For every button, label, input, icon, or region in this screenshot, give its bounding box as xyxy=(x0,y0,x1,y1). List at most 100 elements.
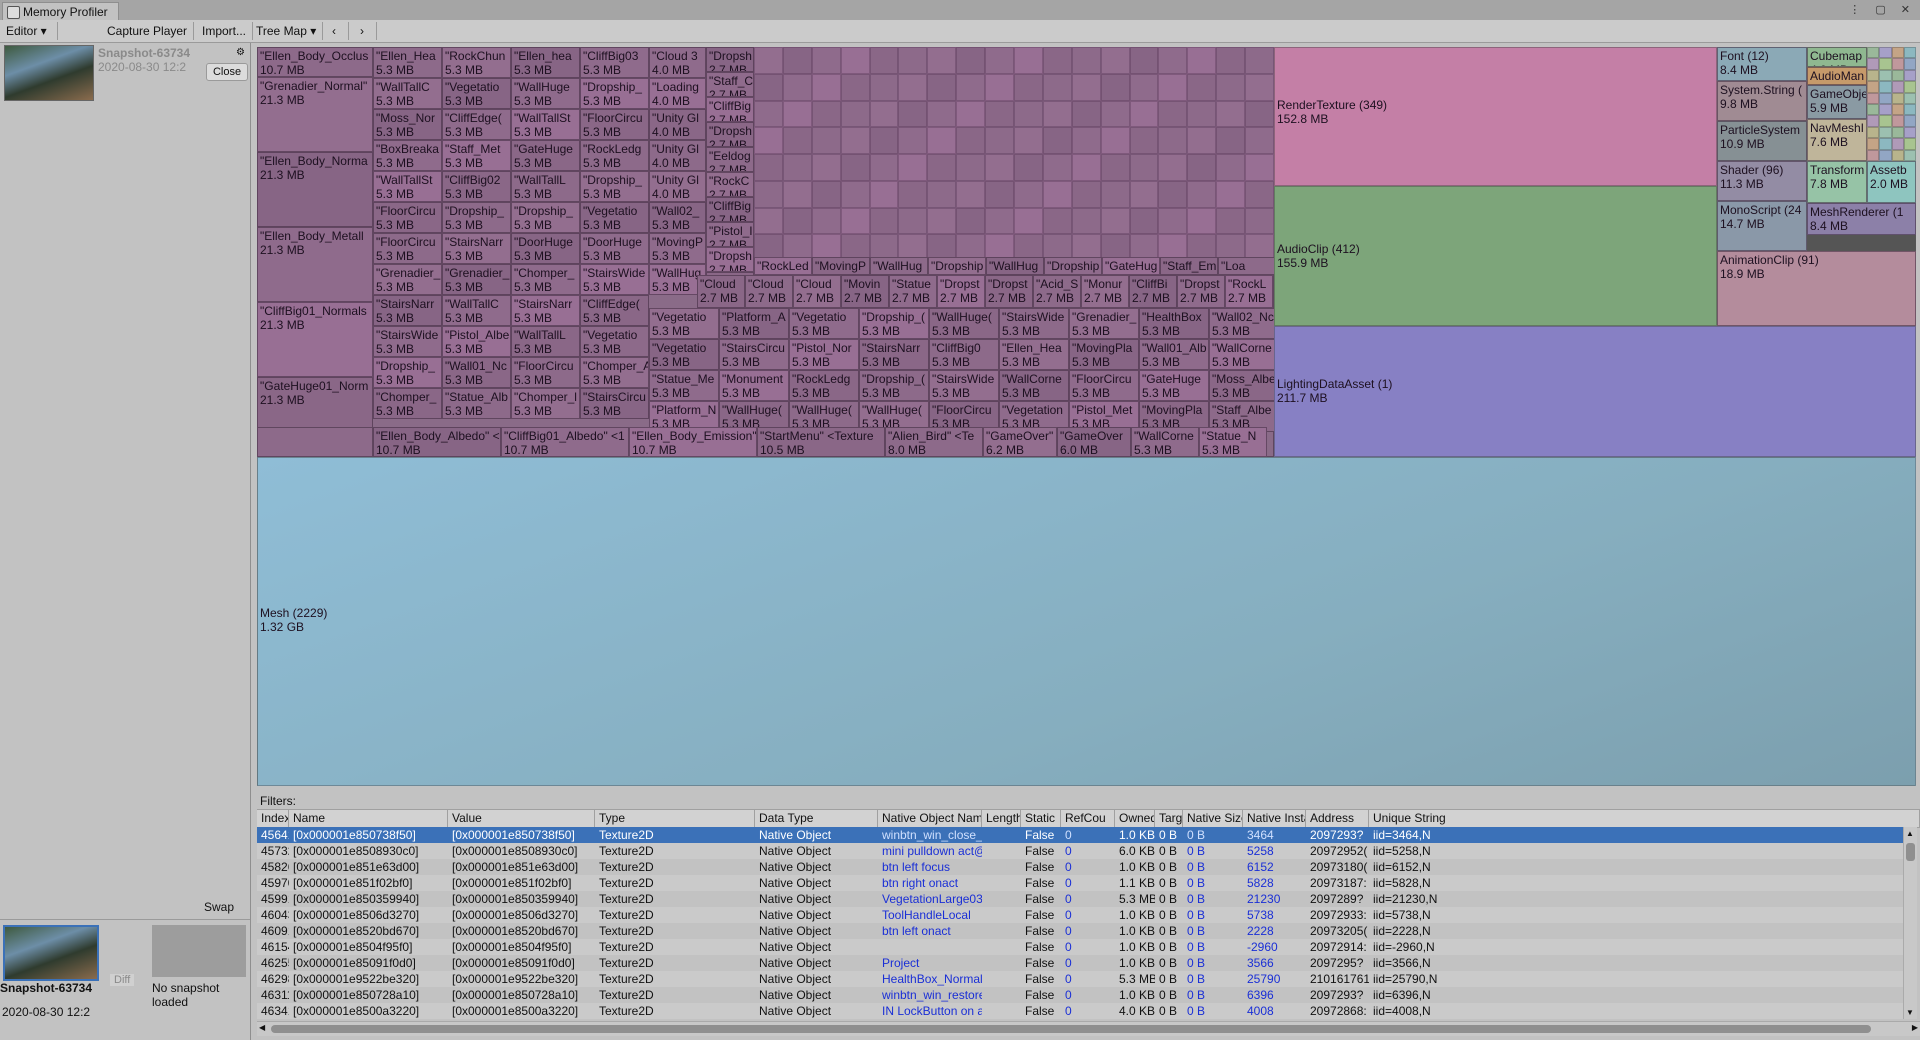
texture-cell[interactable]: "WallHug xyxy=(986,257,1044,275)
texture-cell[interactable]: "HealthBox 5.3 MB xyxy=(1139,308,1209,339)
small-object-cell[interactable] xyxy=(1891,58,1904,70)
texture-cell[interactable]: "MovingP xyxy=(812,257,870,275)
texture-cell[interactable]: "Ellen_Body_Occlus 10.7 MB xyxy=(257,47,373,77)
table-cell[interactable]: 21230 xyxy=(1243,891,1306,907)
texture-cell[interactable] xyxy=(985,73,1014,101)
small-object-cell[interactable] xyxy=(1879,149,1892,161)
lighting-data-cell[interactable]: LightingDataAsset (1) 211.7 MB xyxy=(1274,326,1916,457)
cubemap-cell[interactable]: Cubemap4.0 MB xyxy=(1807,47,1867,67)
texture-cell[interactable]: "Moss_Albe 5.3 MB xyxy=(1209,370,1279,401)
texture-cell[interactable]: "WallCorne 5.3 MB xyxy=(1209,339,1279,370)
texture-cell[interactable]: "BoxBreaka 5.3 MB xyxy=(373,140,442,171)
table-cell[interactable]: 0 xyxy=(1061,955,1115,971)
table-cell[interactable] xyxy=(878,939,982,955)
texture-cell[interactable] xyxy=(927,207,957,235)
small-object-cell[interactable] xyxy=(1867,69,1880,82)
capture-player-button[interactable]: Capture Player xyxy=(101,22,195,40)
texture-cell[interactable] xyxy=(927,127,957,154)
table-cell[interactable]: 0 B xyxy=(1183,843,1243,859)
texture-cell[interactable]: "RockLed xyxy=(754,257,812,275)
texture-cell[interactable] xyxy=(1014,73,1043,101)
table-cell[interactable]: 0 B xyxy=(1183,875,1243,891)
texture-cell[interactable] xyxy=(754,207,783,235)
table-cell[interactable]: btn left onact xyxy=(878,923,982,939)
texture-cell[interactable] xyxy=(985,127,1014,154)
small-object-cell[interactable] xyxy=(1903,138,1916,150)
texture-cell[interactable] xyxy=(1071,207,1101,235)
snapshot-a-thumbnail[interactable] xyxy=(3,925,99,981)
table-cell[interactable]: winbtn_win_restore_h xyxy=(878,987,982,1003)
table-cell[interactable]: VegetationLarge03_... xyxy=(878,891,982,907)
texture-cell[interactable] xyxy=(1158,180,1188,208)
asset-bundle-cell[interactable]: Assetb 2.0 MB xyxy=(1867,161,1916,203)
texture-cell[interactable]: "GateHuge 5.3 MB xyxy=(511,140,580,171)
texture-cell[interactable] xyxy=(1158,73,1188,101)
texture-cell[interactable] xyxy=(1071,100,1101,128)
small-object-cell[interactable] xyxy=(1867,149,1880,161)
texture-cell[interactable] xyxy=(927,154,957,181)
texture-cell[interactable]: "StairsNarr 5.3 MB xyxy=(859,339,929,370)
column-header[interactable]: RefCou xyxy=(1061,810,1115,827)
texture-cell[interactable] xyxy=(754,100,783,128)
texture-cell[interactable] xyxy=(898,100,928,128)
texture-cell[interactable]: "StairsWide 5.3 MB xyxy=(580,264,649,295)
texture-cell[interactable]: "Ellen_Body_Norma 21.3 MB xyxy=(257,152,373,227)
texture-cell[interactable]: "Dropship xyxy=(1044,257,1102,275)
column-header[interactable]: Owned xyxy=(1115,810,1155,827)
small-object-cell[interactable] xyxy=(1903,58,1916,70)
texture-cell[interactable]: "CliffBi 2.7 MB xyxy=(1129,275,1177,308)
texture-cell[interactable] xyxy=(869,100,899,128)
texture-cell[interactable] xyxy=(782,100,812,128)
small-object-cell[interactable] xyxy=(1879,69,1892,82)
texture-cell[interactable] xyxy=(1100,154,1130,181)
texture-cell[interactable] xyxy=(985,100,1014,128)
texture-cell[interactable] xyxy=(1129,73,1159,101)
small-object-cell[interactable] xyxy=(1903,92,1916,104)
mesh-renderer-cell[interactable]: MeshRenderer (1 8.4 MB xyxy=(1807,203,1916,235)
texture-cell[interactable]: "DoorHuge 5.3 MB xyxy=(580,233,649,264)
texture-cell[interactable]: "RockChun 5.3 MB xyxy=(442,47,511,78)
tree-map[interactable]: "Ellen_Body_Occlus 10.7 MB "Grenadier_Norm… xyxy=(257,47,1916,786)
texture-cell[interactable] xyxy=(1187,73,1217,101)
texture-cell[interactable]: "FloorCircu 5.3 MB xyxy=(511,357,580,388)
texture-cell[interactable] xyxy=(956,180,986,208)
texture-cell[interactable]: "Moss_Nor 5.3 MB xyxy=(373,109,442,140)
texture-cell[interactable] xyxy=(1129,100,1159,128)
table-cell[interactable]: 0 B xyxy=(1183,923,1243,939)
texture-cell[interactable] xyxy=(1216,100,1246,128)
table-cell[interactable]: ToolHandleLocal xyxy=(878,907,982,923)
texture-cell[interactable]: "StairsNarr 5.3 MB xyxy=(373,295,442,326)
small-object-cell[interactable] xyxy=(1903,81,1916,93)
texture-cell[interactable]: "CliffBig03 5.3 MB xyxy=(580,47,649,78)
texture-cell[interactable] xyxy=(898,207,928,235)
texture-cell[interactable] xyxy=(956,127,986,154)
texture-cell[interactable]: "Vegetatio 5.3 MB xyxy=(580,326,649,357)
texture-cell[interactable]: "Cloud 3 4.0 MB xyxy=(649,47,706,78)
texture-cell[interactable] xyxy=(1158,47,1188,74)
texture-cell[interactable]: "Dropship_(5.3 MB xyxy=(859,370,929,401)
texture-cell[interactable]: "RockL 2.7 MB xyxy=(1225,275,1273,308)
texture-cell[interactable] xyxy=(840,180,870,208)
texture-cell[interactable]: "Statue 2.7 MB xyxy=(889,275,937,308)
horizontal-scroll-thumb[interactable] xyxy=(271,1025,1871,1033)
texture-cell[interactable] xyxy=(1187,47,1217,74)
small-object-cell[interactable] xyxy=(1879,126,1892,139)
table-cell[interactable]: 25790 xyxy=(1243,971,1306,987)
texture-cell[interactable]: "Dropship_ 5.3 MB xyxy=(442,202,511,233)
horizontal-scrollbar[interactable]: ◀ ▶ xyxy=(257,1021,1920,1036)
texture-cell[interactable] xyxy=(869,154,899,181)
texture-cell[interactable] xyxy=(956,47,986,74)
table-row[interactable]: 46091 [0x000001e8520bd670] [0x000001e8520b… xyxy=(257,923,1903,939)
table-cell[interactable]: 0 B xyxy=(1183,907,1243,923)
table-row[interactable]: 46255 [0x000001e85091f0d0] [0x000001e85091… xyxy=(257,955,1903,971)
gameobject-cell[interactable]: GameObje 5.9 MB xyxy=(1807,85,1867,119)
table-cell[interactable]: 0 B xyxy=(1183,955,1243,971)
texture-cell[interactable] xyxy=(1245,154,1274,181)
small-object-cell[interactable] xyxy=(1891,47,1904,59)
texture-cell[interactable]: "StartMenu" <Texture 10.5 MB xyxy=(757,427,885,457)
texture-cell[interactable]: "WallTallL 5.3 MB xyxy=(511,326,580,357)
table-cell[interactable]: 0 B xyxy=(1183,859,1243,875)
table-cell[interactable]: 4008 xyxy=(1243,1003,1306,1019)
texture-cell[interactable]: "FloorCircu 5.3 MB xyxy=(580,109,649,140)
table-cell[interactable]: 0 xyxy=(1061,875,1115,891)
